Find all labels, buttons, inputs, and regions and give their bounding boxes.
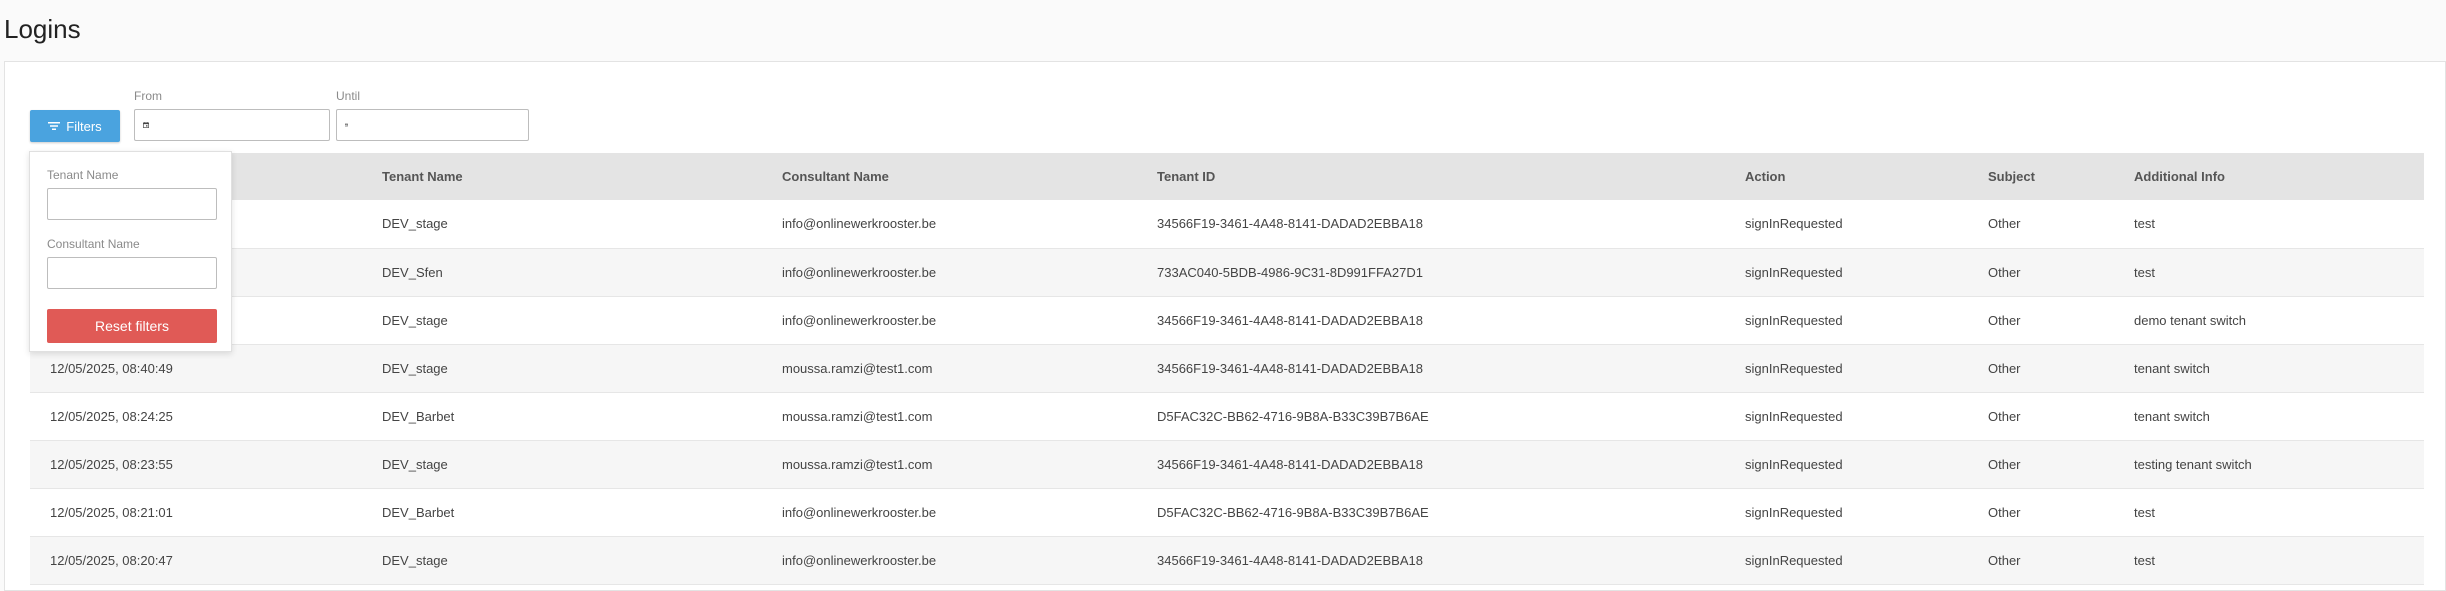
cell-date: 12/05/2025, 08:20:47 — [30, 536, 362, 584]
table-header: Tenant Name Consultant Name Tenant ID Ac… — [30, 153, 2424, 200]
cell-date: 12/05/2025, 08:23:55 — [30, 440, 362, 488]
column-header-consultant-name[interactable]: Consultant Name — [762, 153, 1137, 200]
cell-tenant-name: DEV_stage — [362, 440, 762, 488]
column-header-tenant-id[interactable]: Tenant ID — [1137, 153, 1725, 200]
table-row[interactable]: 12/05/2025, 08:40:49 DEV_stage moussa.ra… — [30, 344, 2424, 392]
reset-filters-button[interactable]: Reset filters — [47, 309, 217, 343]
from-date-field[interactable] — [134, 109, 330, 141]
table-row[interactable]: 12/05/2025, 08:23:55 DEV_stage moussa.ra… — [30, 440, 2424, 488]
cell-tenant-name: DEV_Barbet — [362, 488, 762, 536]
until-label: Until — [336, 89, 529, 103]
cell-consultant-name: info@onlinewerkrooster.be — [762, 488, 1137, 536]
filters-button[interactable]: Filters — [30, 110, 120, 142]
cell-tenant-name: DEV_stage — [362, 296, 762, 344]
table-row[interactable]: 12/05/2025, 08:21:01 DEV_Barbet info@onl… — [30, 488, 2424, 536]
until-date-field[interactable] — [336, 109, 529, 141]
cell-tenant-id: D5FAC32C-BB62-4716-9B8A-B33C39B7B6AE — [1137, 392, 1725, 440]
table-row[interactable]: 12/05/2025, 08:24:25 DEV_Barbet moussa.r… — [30, 392, 2424, 440]
cell-tenant-name: DEV_stage — [362, 536, 762, 584]
cell-subject: Other — [1968, 344, 2114, 392]
cell-subject: Other — [1968, 200, 2114, 248]
cell-tenant-id: 34566F19-3461-4A48-8141-DADAD2EBBA18 — [1137, 344, 1725, 392]
filter-lines-icon — [48, 121, 60, 131]
page-title: Logins — [4, 13, 81, 45]
cell-subject: Other — [1968, 392, 2114, 440]
from-label: From — [134, 89, 330, 103]
cell-consultant-name: info@onlinewerkrooster.be — [762, 536, 1137, 584]
column-header-subject[interactable]: Subject — [1968, 153, 2114, 200]
cell-additional-info: testing tenant switch — [2114, 440, 2424, 488]
consultant-name-input[interactable] — [47, 257, 217, 289]
from-date-input[interactable] — [149, 111, 329, 139]
cell-consultant-name: info@onlinewerkrooster.be — [762, 296, 1137, 344]
cell-tenant-id: 34566F19-3461-4A48-8141-DADAD2EBBA18 — [1137, 200, 1725, 248]
tenant-name-label: Tenant Name — [47, 168, 215, 182]
cell-tenant-name: DEV_Sfen — [362, 248, 762, 296]
cell-tenant-id: 34566F19-3461-4A48-8141-DADAD2EBBA18 — [1137, 536, 1725, 584]
cell-action: signInRequested — [1725, 296, 1968, 344]
cell-tenant-id: D5FAC32C-BB62-4716-9B8A-B33C39B7B6AE — [1137, 488, 1725, 536]
cell-action: signInRequested — [1725, 200, 1968, 248]
logins-table: Tenant Name Consultant Name Tenant ID Ac… — [30, 153, 2424, 585]
until-date-group: Until — [336, 89, 529, 141]
filters-button-label: Filters — [66, 119, 101, 134]
cell-action: signInRequested — [1725, 392, 1968, 440]
cell-action: signInRequested — [1725, 248, 1968, 296]
cell-additional-info: tenant switch — [2114, 344, 2424, 392]
cell-date: 12/05/2025, 08:21:01 — [30, 488, 362, 536]
column-header-tenant-name[interactable]: Tenant Name — [362, 153, 762, 200]
consultant-name-label: Consultant Name — [47, 237, 215, 251]
cell-additional-info: test — [2114, 488, 2424, 536]
cell-tenant-name: DEV_stage — [362, 344, 762, 392]
cell-subject: Other — [1968, 296, 2114, 344]
cell-consultant-name: info@onlinewerkrooster.be — [762, 248, 1137, 296]
until-date-input[interactable] — [348, 111, 528, 139]
table-row[interactable]: 12/05/2025, 08:20:47 DEV_stage info@onli… — [30, 536, 2424, 584]
cell-consultant-name: info@onlinewerkrooster.be — [762, 200, 1137, 248]
cell-additional-info: test — [2114, 536, 2424, 584]
column-header-action[interactable]: Action — [1725, 153, 1968, 200]
from-date-group: From — [134, 89, 330, 141]
cell-tenant-id: 34566F19-3461-4A48-8141-DADAD2EBBA18 — [1137, 296, 1725, 344]
cell-consultant-name: moussa.ramzi@test1.com — [762, 440, 1137, 488]
cell-additional-info: demo tenant switch — [2114, 296, 2424, 344]
cell-action: signInRequested — [1725, 344, 1968, 392]
table-row[interactable]: DEV_stage info@onlinewerkrooster.be 3456… — [30, 200, 2424, 248]
cell-additional-info: test — [2114, 248, 2424, 296]
filter-panel: Tenant Name Consultant Name Reset filter… — [29, 151, 232, 352]
cell-consultant-name: moussa.ramzi@test1.com — [762, 392, 1137, 440]
cell-subject: Other — [1968, 536, 2114, 584]
tenant-name-input[interactable] — [47, 188, 217, 220]
cell-subject: Other — [1968, 440, 2114, 488]
cell-subject: Other — [1968, 248, 2114, 296]
cell-tenant-name: DEV_stage — [362, 200, 762, 248]
cell-action: signInRequested — [1725, 488, 1968, 536]
cell-additional-info: test — [2114, 200, 2424, 248]
cell-tenant-name: DEV_Barbet — [362, 392, 762, 440]
cell-action: signInRequested — [1725, 536, 1968, 584]
cell-subject: Other — [1968, 488, 2114, 536]
cell-additional-info: tenant switch — [2114, 392, 2424, 440]
cell-tenant-id: 733AC040-5BDB-4986-9C31-8D991FFA27D1 — [1137, 248, 1725, 296]
cell-consultant-name: moussa.ramzi@test1.com — [762, 344, 1137, 392]
cell-date: 12/05/2025, 08:24:25 — [30, 392, 362, 440]
cell-tenant-id: 34566F19-3461-4A48-8141-DADAD2EBBA18 — [1137, 440, 1725, 488]
cell-action: signInRequested — [1725, 440, 1968, 488]
logins-card: Filters From Until — [4, 61, 2446, 591]
table-row[interactable]: DEV_stage info@onlinewerkrooster.be 3456… — [30, 296, 2424, 344]
table-row[interactable]: DEV_Sfen info@onlinewerkrooster.be 733AC… — [30, 248, 2424, 296]
column-header-additional-info[interactable]: Additional Info — [2114, 153, 2424, 200]
